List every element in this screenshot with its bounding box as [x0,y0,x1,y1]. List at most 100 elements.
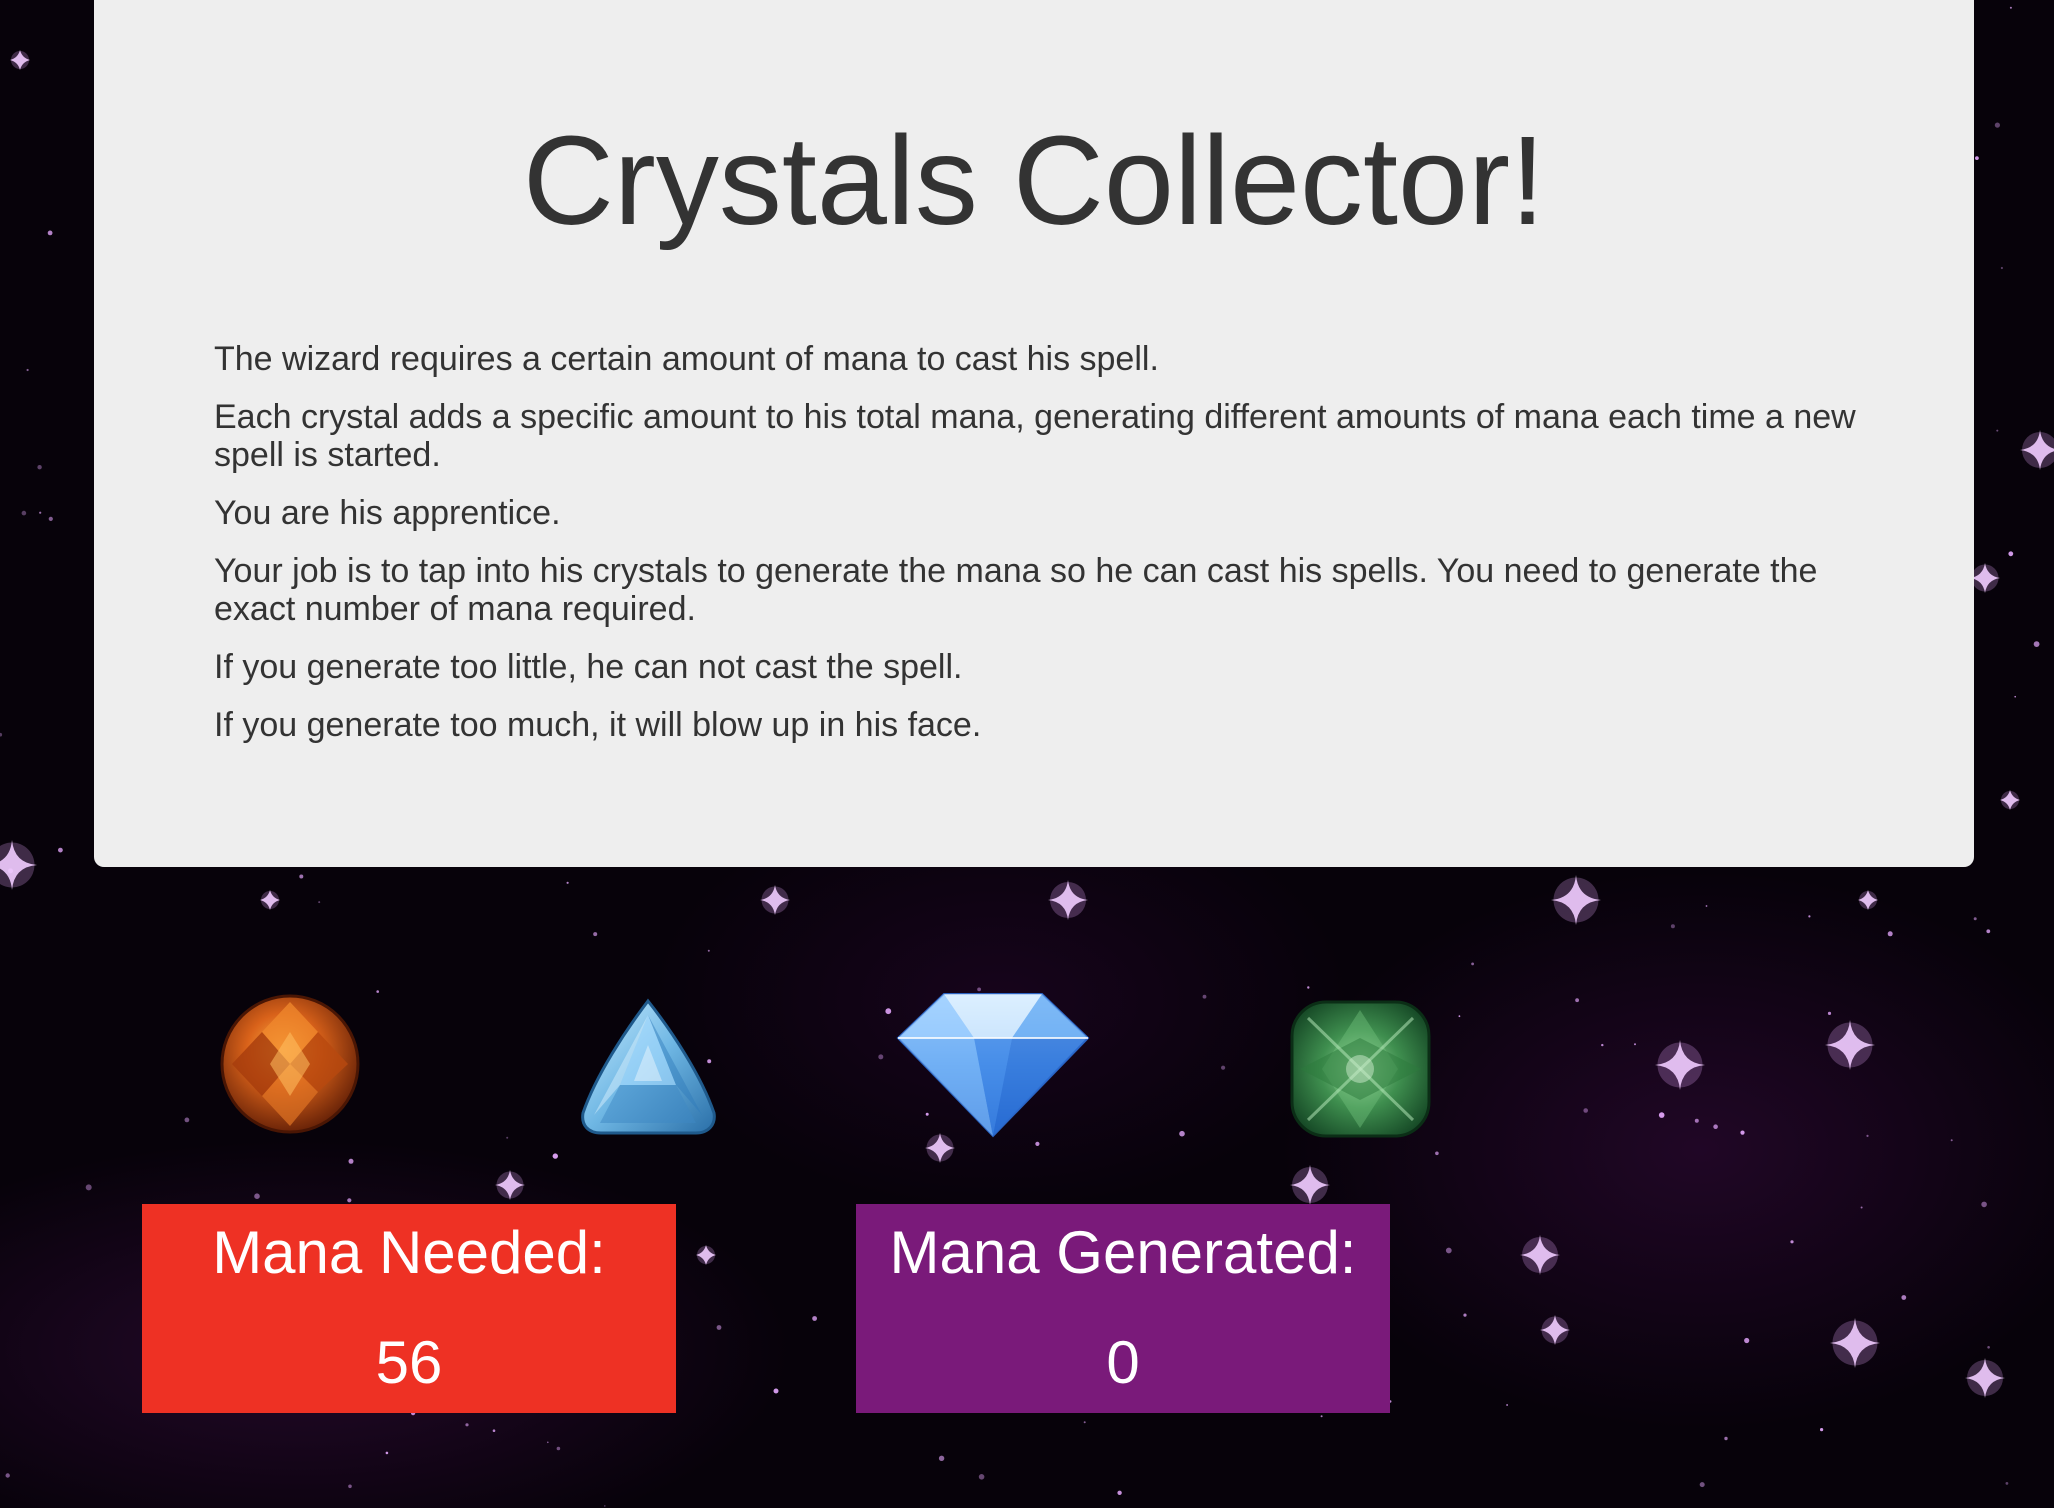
star-dot [1458,1015,1461,1018]
star-dot [1307,986,1310,989]
crystal-button-green[interactable] [1288,998,1433,1140]
star-dot [1866,1134,1869,1137]
star-dot [1506,1404,1508,1406]
star-dot [1994,122,2000,128]
star-dot [465,1423,469,1427]
sparkle-glow [1522,1237,1558,1273]
star-dot [58,847,63,853]
sparkle-glow [2022,432,2054,468]
star-dot [5,1473,10,1478]
star-dot [506,1136,509,1139]
star-dot [385,1451,389,1455]
star-dot [1583,1108,1588,1113]
orange-round-crystal-icon [220,994,360,1134]
star-dot [1860,1206,1863,1209]
star-dot [1445,1247,1452,1254]
star-dot [1083,1421,1086,1424]
star-dot [1820,1428,1824,1432]
sparkle-glow [261,891,279,909]
star-dot [0,732,3,737]
light-blue-trillion-crystal-icon [581,998,716,1135]
star-dot [885,1008,892,1015]
green-cushion-crystal-icon [1290,1000,1431,1138]
star-dot [1808,915,1811,918]
star-dot [1694,1118,1699,1123]
star-dot [2005,1482,2009,1485]
sparkle-glow [697,1246,715,1264]
sparkle-glow [1553,877,1599,923]
star-dot [1790,1240,1794,1244]
star-dot [348,1158,354,1164]
star-dot [39,511,42,514]
sparkle-glow [1541,1316,1569,1344]
star-dot [254,1193,260,1199]
sparkle-glow [1292,1167,1328,1203]
star-dot [37,465,42,470]
star-dot [1221,1065,1226,1070]
instruction-line: If you generate too much, it will blow u… [214,706,982,744]
crystal-button-blue[interactable] [896,990,1090,1138]
star-dot [593,932,598,937]
mana-generated-label: Mana Generated: [889,1219,1357,1286]
star-dot [85,1184,92,1191]
star-dot [184,1117,190,1123]
sparkle-glow [1050,882,1086,918]
star-dot [878,1054,884,1060]
star-dot [938,1455,945,1462]
blue-diamond-crystal-icon [896,993,1090,1138]
star-dot [2000,266,2003,270]
star-dot [1744,1337,1750,1344]
page-title: Crystals Collector! [522,110,1546,251]
instruction-line: The wizard requires a certain amount of … [214,340,1159,378]
star-dot [1705,905,1708,907]
sparkle-glow [1827,1022,1873,1068]
crystal-button-light-blue[interactable] [576,995,721,1140]
star-dot [318,901,321,904]
star-dot [556,1446,561,1451]
star-dot [348,1484,352,1489]
star-dot [47,230,53,236]
star-dot [299,874,304,879]
star-dot [347,1198,352,1203]
star-dot [1117,1490,1122,1496]
sparkle-glow [1657,1042,1703,1088]
mana-generated-box: Mana Generated: 0 [856,1204,1390,1413]
sparkle-glow [1859,891,1877,909]
star-dot [978,1474,985,1480]
star-dot [1658,1112,1665,1118]
sparkle-glow [761,886,789,914]
star-dot [716,1325,722,1330]
star-dot [1981,1201,1987,1208]
star-dot [1202,994,1207,999]
instruction-line: Each crystal adds a specific amount to h… [214,398,1856,474]
star-dot [566,881,569,884]
star-dot [26,368,29,372]
crystal-button-orange[interactable] [218,992,363,1137]
intro-panel: Crystals Collector! The wizard requires … [94,0,1974,867]
sparkle-glow [496,1171,524,1199]
star-dot [48,516,53,522]
star-dot [773,1388,779,1394]
star-dot [707,949,710,952]
star-dot [1975,156,1979,161]
mana-generated-value: 0 [1106,1329,1140,1396]
star-dot [1827,1011,1832,1016]
star-dot [2009,6,2012,9]
star-dot [1986,929,1991,934]
star-dot [812,1316,817,1321]
mana-needed-value: 56 [375,1329,443,1396]
star-dot [547,1441,549,1444]
sparkle-glow [0,842,35,888]
sparkle-glow [2001,791,2019,809]
sparkle-glow [11,51,29,69]
star-dot [2008,551,2014,557]
instruction-line: If you generate too little, he can not c… [214,648,963,686]
star-dot [604,1505,606,1507]
star-dot [1601,1043,1604,1047]
sparkle-glow [1967,1360,2003,1396]
star-dot [552,1153,558,1159]
sparkle-glow [926,1134,954,1162]
star-dot [1699,1482,1705,1488]
star-dot [1724,1436,1728,1441]
star-dot [21,510,27,516]
